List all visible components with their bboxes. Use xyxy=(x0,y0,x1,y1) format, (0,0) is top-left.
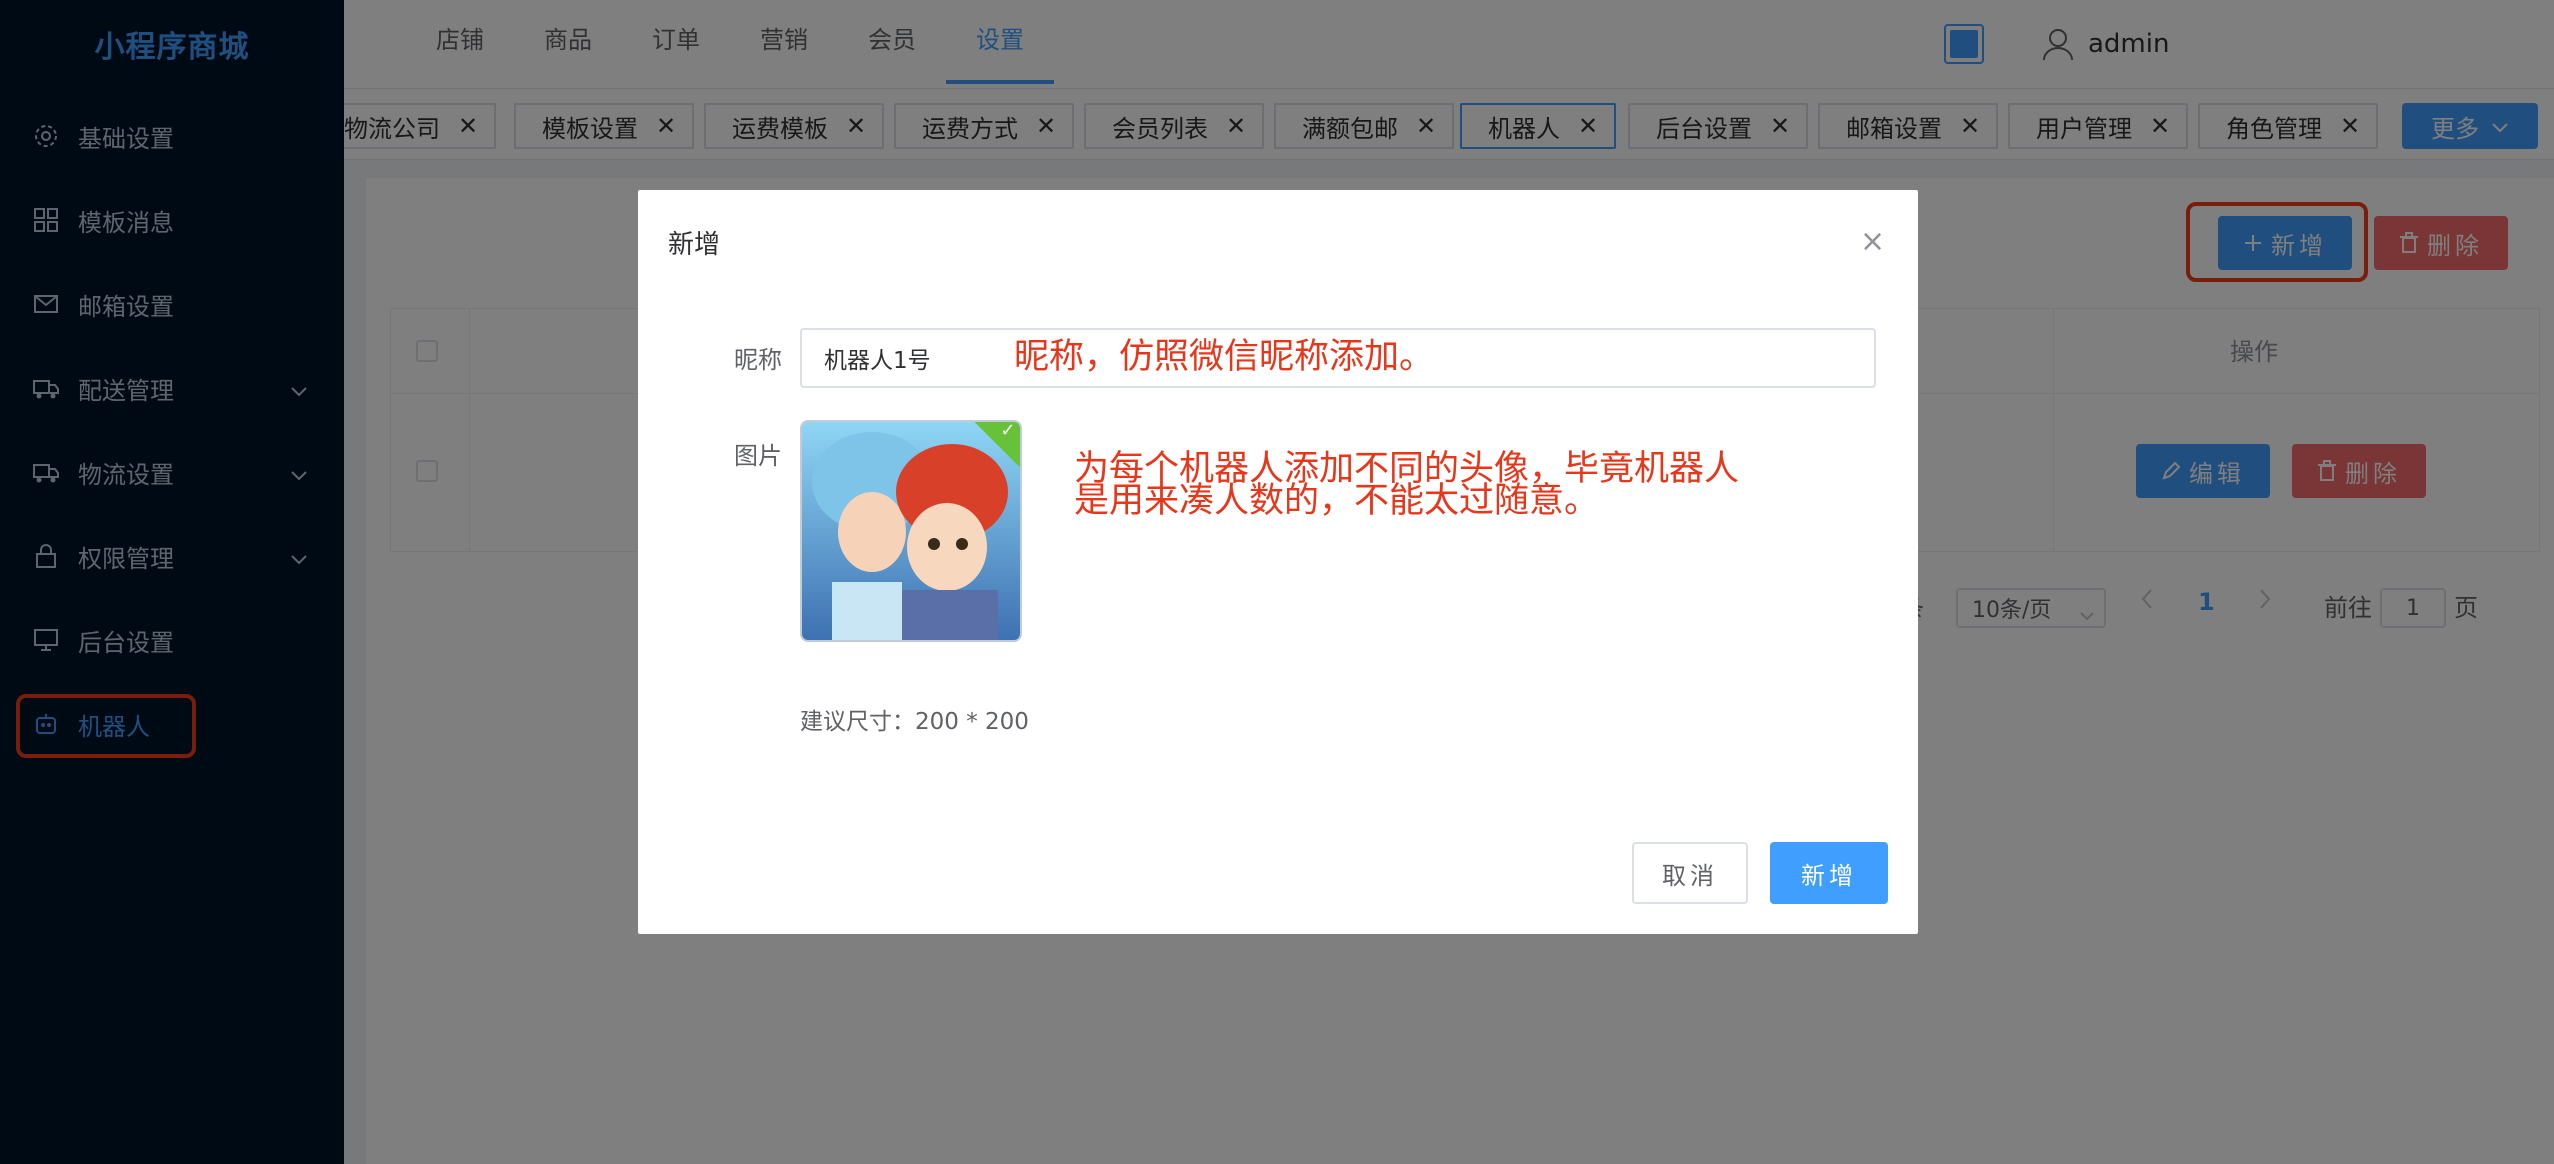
cancel-button[interactable]: 取消 xyxy=(1632,842,1748,904)
dialog-title: 新增 xyxy=(668,230,721,260)
avatar-upload[interactable]: ✓ xyxy=(800,420,1022,642)
nickname-label: 昵称 xyxy=(734,346,782,374)
image-size-hint: 建议尺寸：200 * 200 xyxy=(800,709,1029,735)
annotation-avatar-line2: 是用来凑人数的，不能太过随意。 xyxy=(1074,481,1600,521)
close-icon[interactable]: × xyxy=(1860,224,1885,259)
add-robot-dialog: 新增 × 昵称 机器人1号 昵称，仿照微信昵称添加。 图片 ✓ 为每个机器人添加… xyxy=(638,190,1918,934)
avatar-image xyxy=(802,422,1020,640)
image-label: 图片 xyxy=(734,442,782,470)
confirm-add-button[interactable]: 新增 xyxy=(1770,842,1888,904)
annotation-nickname: 昵称，仿照微信昵称添加。 xyxy=(1014,337,1435,377)
check-icon: ✓ xyxy=(1000,420,1016,442)
